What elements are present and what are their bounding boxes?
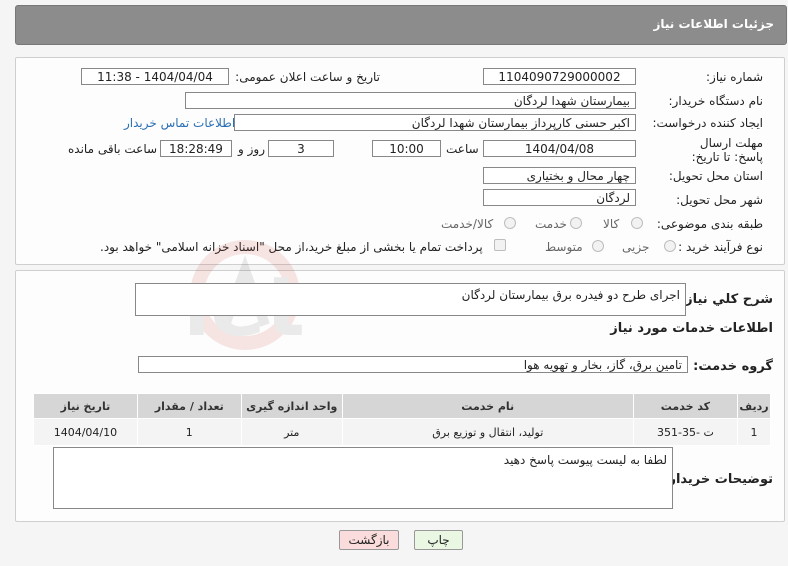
deadline-date-field: 1404/04/08	[483, 140, 636, 157]
services-info-heading: اطلاعات خدمات مورد نیاز	[610, 321, 773, 336]
cell-row: 1	[737, 418, 771, 446]
cell-qty: 1	[136, 418, 242, 446]
page-title: جزئیات اطلاعات نیاز	[653, 17, 774, 31]
city-field: لردگان	[483, 189, 636, 206]
col-date-header: تاریخ نیاز	[33, 393, 138, 419]
cell-unit: متر	[240, 418, 343, 446]
need-info-panel	[15, 57, 785, 265]
print-button[interactable]: چاپ	[414, 530, 463, 550]
treasury-payment-checkbox[interactable]	[494, 239, 506, 251]
subject-service-radio[interactable]	[570, 217, 582, 229]
subject-goods-service-radio[interactable]	[504, 217, 516, 229]
announce-datetime-label: تاریخ و ساعت اعلان عمومی:	[235, 70, 380, 84]
city-label: شهر محل تحویل:	[676, 193, 763, 207]
subject-service-label: خدمت	[535, 217, 567, 231]
col-name-header: نام خدمت	[341, 393, 634, 419]
need-number-field: 1104090729000002	[483, 68, 636, 85]
remaining-time-field: 18:28:49	[160, 140, 232, 157]
cell-code: ت -35-351	[632, 418, 739, 446]
remaining-label: ساعت باقی مانده	[68, 142, 158, 156]
subject-goods-radio[interactable]	[631, 217, 643, 229]
general-desc-field[interactable]: اجرای طرح دو فیدره برق بیمارستان لردگان	[135, 283, 686, 316]
service-group-field: تامین برق، گاز، بخار و تهویه هوا	[138, 356, 688, 373]
purchase-type-label: نوع فرآیند خرید :	[678, 240, 763, 254]
cell-name: تولید، انتقال و توزیع برق	[341, 418, 634, 446]
deadline-time-label: ساعت	[446, 142, 479, 156]
province-field: چهار محال و بختیاری	[483, 167, 636, 184]
contact-buyer-link[interactable]: اطلاعات تماس خریدار	[124, 116, 235, 130]
deadline-label: مهلت ارسال پاسخ: تا تاریخ:	[691, 136, 763, 164]
purchase-minor-label: جزیی	[622, 240, 650, 254]
buyer-notes-field[interactable]: لطفا به لیست پیوست پاسخ دهید	[53, 447, 673, 509]
buyer-org-field: بیمارستان شهدا لردگان	[185, 92, 636, 109]
purchase-medium-radio[interactable]	[592, 240, 604, 252]
requester-label: ایجاد کننده درخواست:	[652, 116, 763, 130]
deadline-time-field: 10:00	[372, 140, 441, 157]
announce-datetime-field: 1404/04/04 - 11:38	[81, 68, 229, 85]
service-group-label: گروه خدمت:	[693, 359, 773, 374]
table-header-row: ردیف کد خدمت نام خدمت واحد اندازه گیری ت…	[33, 393, 771, 419]
services-table: ردیف کد خدمت نام خدمت واحد اندازه گیری ت…	[33, 393, 771, 446]
purchase-medium-label: متوسط	[545, 240, 583, 254]
col-unit-header: واحد اندازه گیری	[240, 393, 343, 419]
cell-date: 1404/04/10	[33, 418, 138, 446]
table-row: 1 ت -35-351 تولید، انتقال و توزیع برق مت…	[33, 418, 771, 446]
subject-goods-label: کالا	[603, 217, 620, 231]
days-field: 3	[268, 140, 334, 157]
col-qty-header: تعداد / مقدار	[136, 393, 242, 419]
col-row-header: ردیف	[737, 393, 771, 419]
requester-field: اکبر حسنی کارپرداز بیمارستان شهدا لردگان	[234, 114, 636, 131]
col-code-header: کد خدمت	[632, 393, 739, 419]
province-label: استان محل تحویل:	[668, 169, 763, 183]
back-button[interactable]: بازگشت	[339, 530, 399, 550]
subject-goods-service-label: کالا/خدمت	[441, 217, 494, 231]
treasury-payment-note: پرداخت تمام یا بخشی از مبلغ خرید،از محل …	[100, 240, 483, 254]
buyer-org-label: نام دستگاه خریدار:	[668, 94, 764, 108]
subject-class-label: طبقه بندی موضوعی:	[656, 217, 763, 231]
buyer-notes-label: توضیحات خریدار:	[663, 472, 773, 487]
page-header: جزئیات اطلاعات نیاز	[15, 5, 787, 45]
general-desc-label: شرح کلي نياز:	[679, 292, 773, 307]
purchase-minor-radio[interactable]	[664, 240, 676, 252]
need-number-label: شماره نیاز:	[706, 70, 763, 84]
day-and-label: روز و	[238, 142, 265, 156]
